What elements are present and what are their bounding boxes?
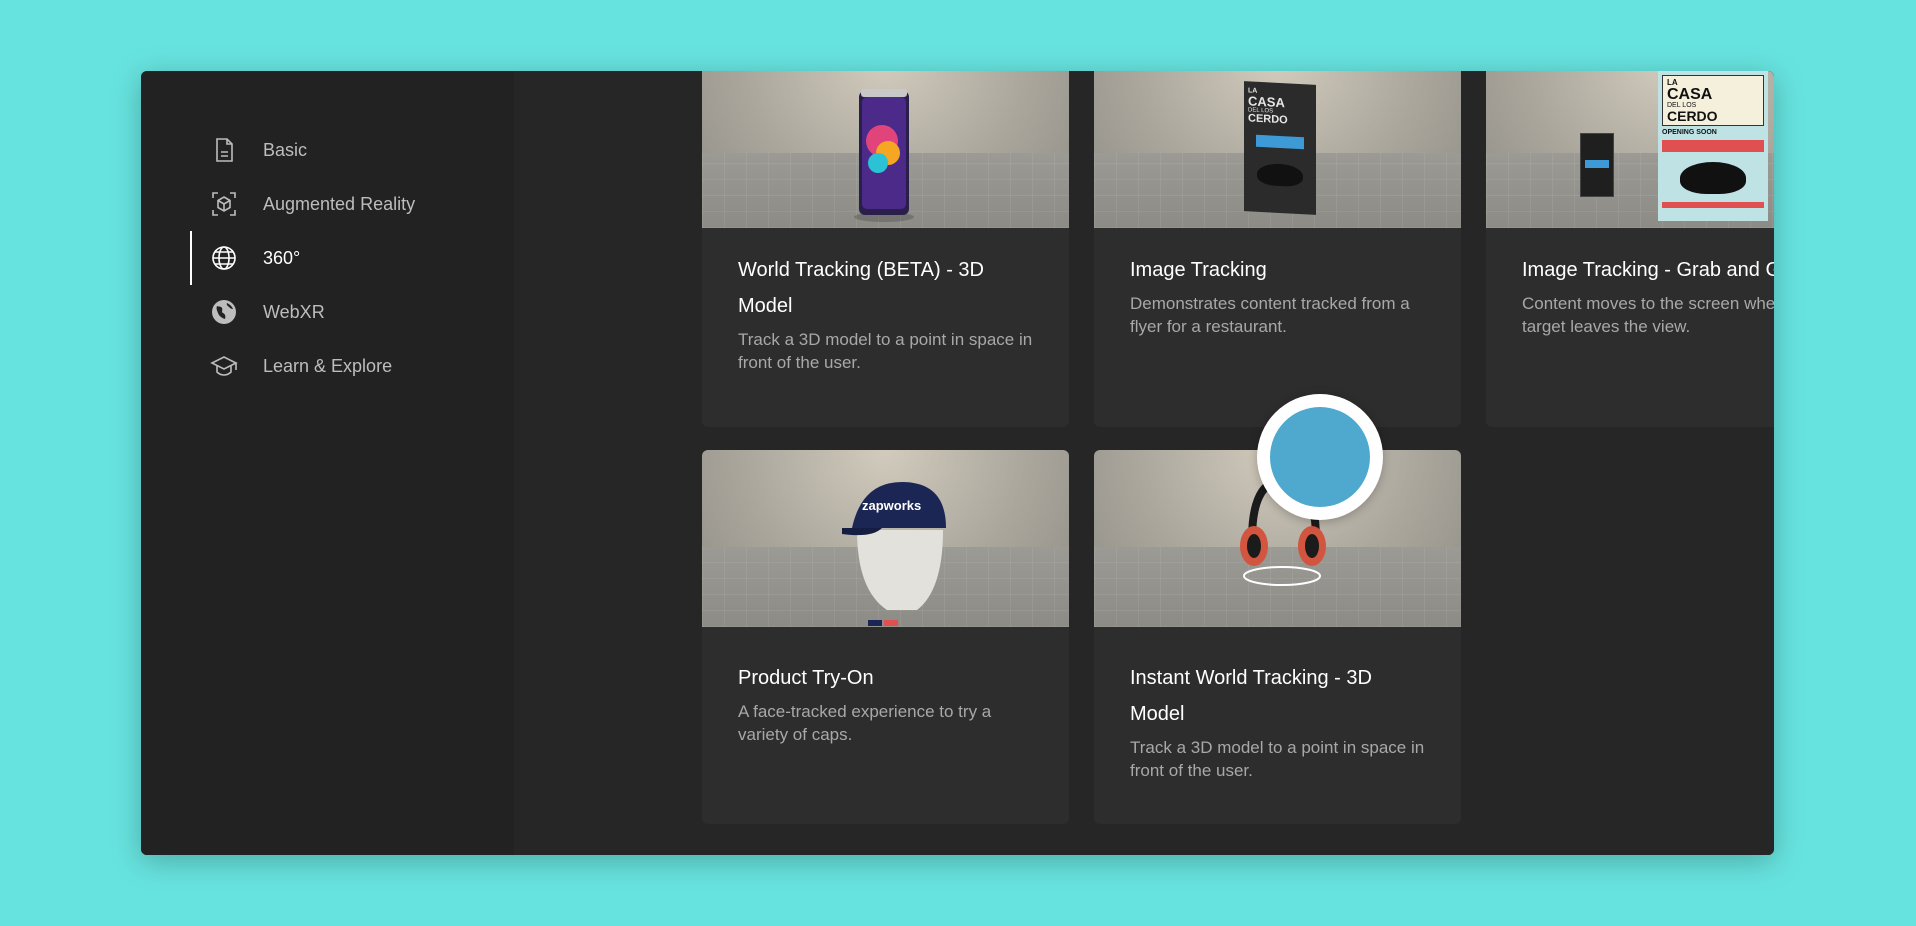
card-image-tracking[interactable]: LA CASA DEL LOS CERDO Image Tracking Dem… (1094, 71, 1461, 427)
card-description: Track a 3D model to a point in space in … (1130, 738, 1425, 780)
document-icon (210, 136, 238, 164)
flyer-image: LA CASA DEL LOS CERDO OPENING SOON (1658, 71, 1768, 221)
sidebar-item-label: WebXR (263, 301, 325, 322)
card-description: Content moves to the screen when the tar… (1522, 294, 1774, 336)
phone-model (1580, 133, 1614, 197)
sidebar-item-webxr[interactable]: WebXR (190, 285, 514, 339)
graduation-cap-icon (210, 352, 238, 380)
card-description: Demonstrates content tracked from a flye… (1130, 294, 1410, 336)
card-description: Track a 3D model to a point in space in … (738, 330, 1033, 372)
sidebar-item-label: 360° (263, 247, 301, 268)
sidebar-item-label: Basic (263, 139, 308, 160)
card-thumbnail: zapworks (702, 450, 1069, 627)
globe-icon (210, 244, 238, 272)
sidebar-item-basic[interactable]: Basic (190, 123, 514, 177)
card-title: Product Try-On (738, 667, 874, 689)
sidebar-item-360[interactable]: 360° (190, 231, 514, 285)
card-product-try-on[interactable]: zapworks Product Try-On A face-tracked e… (702, 450, 1069, 824)
card-thumbnail (702, 71, 1069, 228)
app-window: Basic Augmented Reality 360° WebXR Learn… (141, 71, 1774, 855)
pointer-cursor-indicator (1257, 394, 1383, 520)
card-world-tracking[interactable]: World Tracking (BETA) - 3D Model Track a… (702, 71, 1069, 427)
card-title: Image Tracking (1130, 259, 1267, 281)
card-title: World Tracking (BETA) - 3D Model (738, 259, 984, 317)
sidebar-item-label: Augmented Reality (263, 193, 416, 214)
examples-grid: World Tracking (BETA) - 3D Model Track a… (514, 71, 1774, 855)
card-title: Image Tracking - Grab and Go (1522, 259, 1774, 281)
card-title: Instant World Tracking - 3D Model (1130, 667, 1372, 725)
sidebar-item-learn-explore[interactable]: Learn & Explore (190, 339, 514, 393)
card-thumbnail: LA CASA DEL LOS CERDO (1094, 71, 1461, 228)
soda-can-model (854, 89, 914, 222)
sidebar-nav: Basic Augmented Reality 360° WebXR Learn… (190, 123, 514, 393)
card-thumbnail: LA CASA DEL LOS CERDO OPENING SOON (1486, 71, 1774, 228)
flyer-image: LA CASA DEL LOS CERDO (1244, 81, 1316, 215)
card-description: A face-tracked experience to try a varie… (738, 702, 992, 744)
ar-cube-icon (210, 190, 238, 218)
svg-text:zapworks: zapworks (862, 498, 921, 513)
cap-on-head-model: zapworks (842, 482, 946, 626)
sidebar-item-label: Learn & Explore (263, 355, 393, 376)
sidebar: Basic Augmented Reality 360° WebXR Learn… (141, 71, 514, 855)
sidebar-item-augmented-reality[interactable]: Augmented Reality (190, 177, 514, 231)
card-image-tracking-grab-and-go[interactable]: LA CASA DEL LOS CERDO OPENING SOON Image… (1486, 71, 1774, 427)
card-instant-world-tracking[interactable]: Instant World Tracking - 3D Model Track … (1094, 450, 1461, 824)
earth-icon (210, 298, 238, 326)
